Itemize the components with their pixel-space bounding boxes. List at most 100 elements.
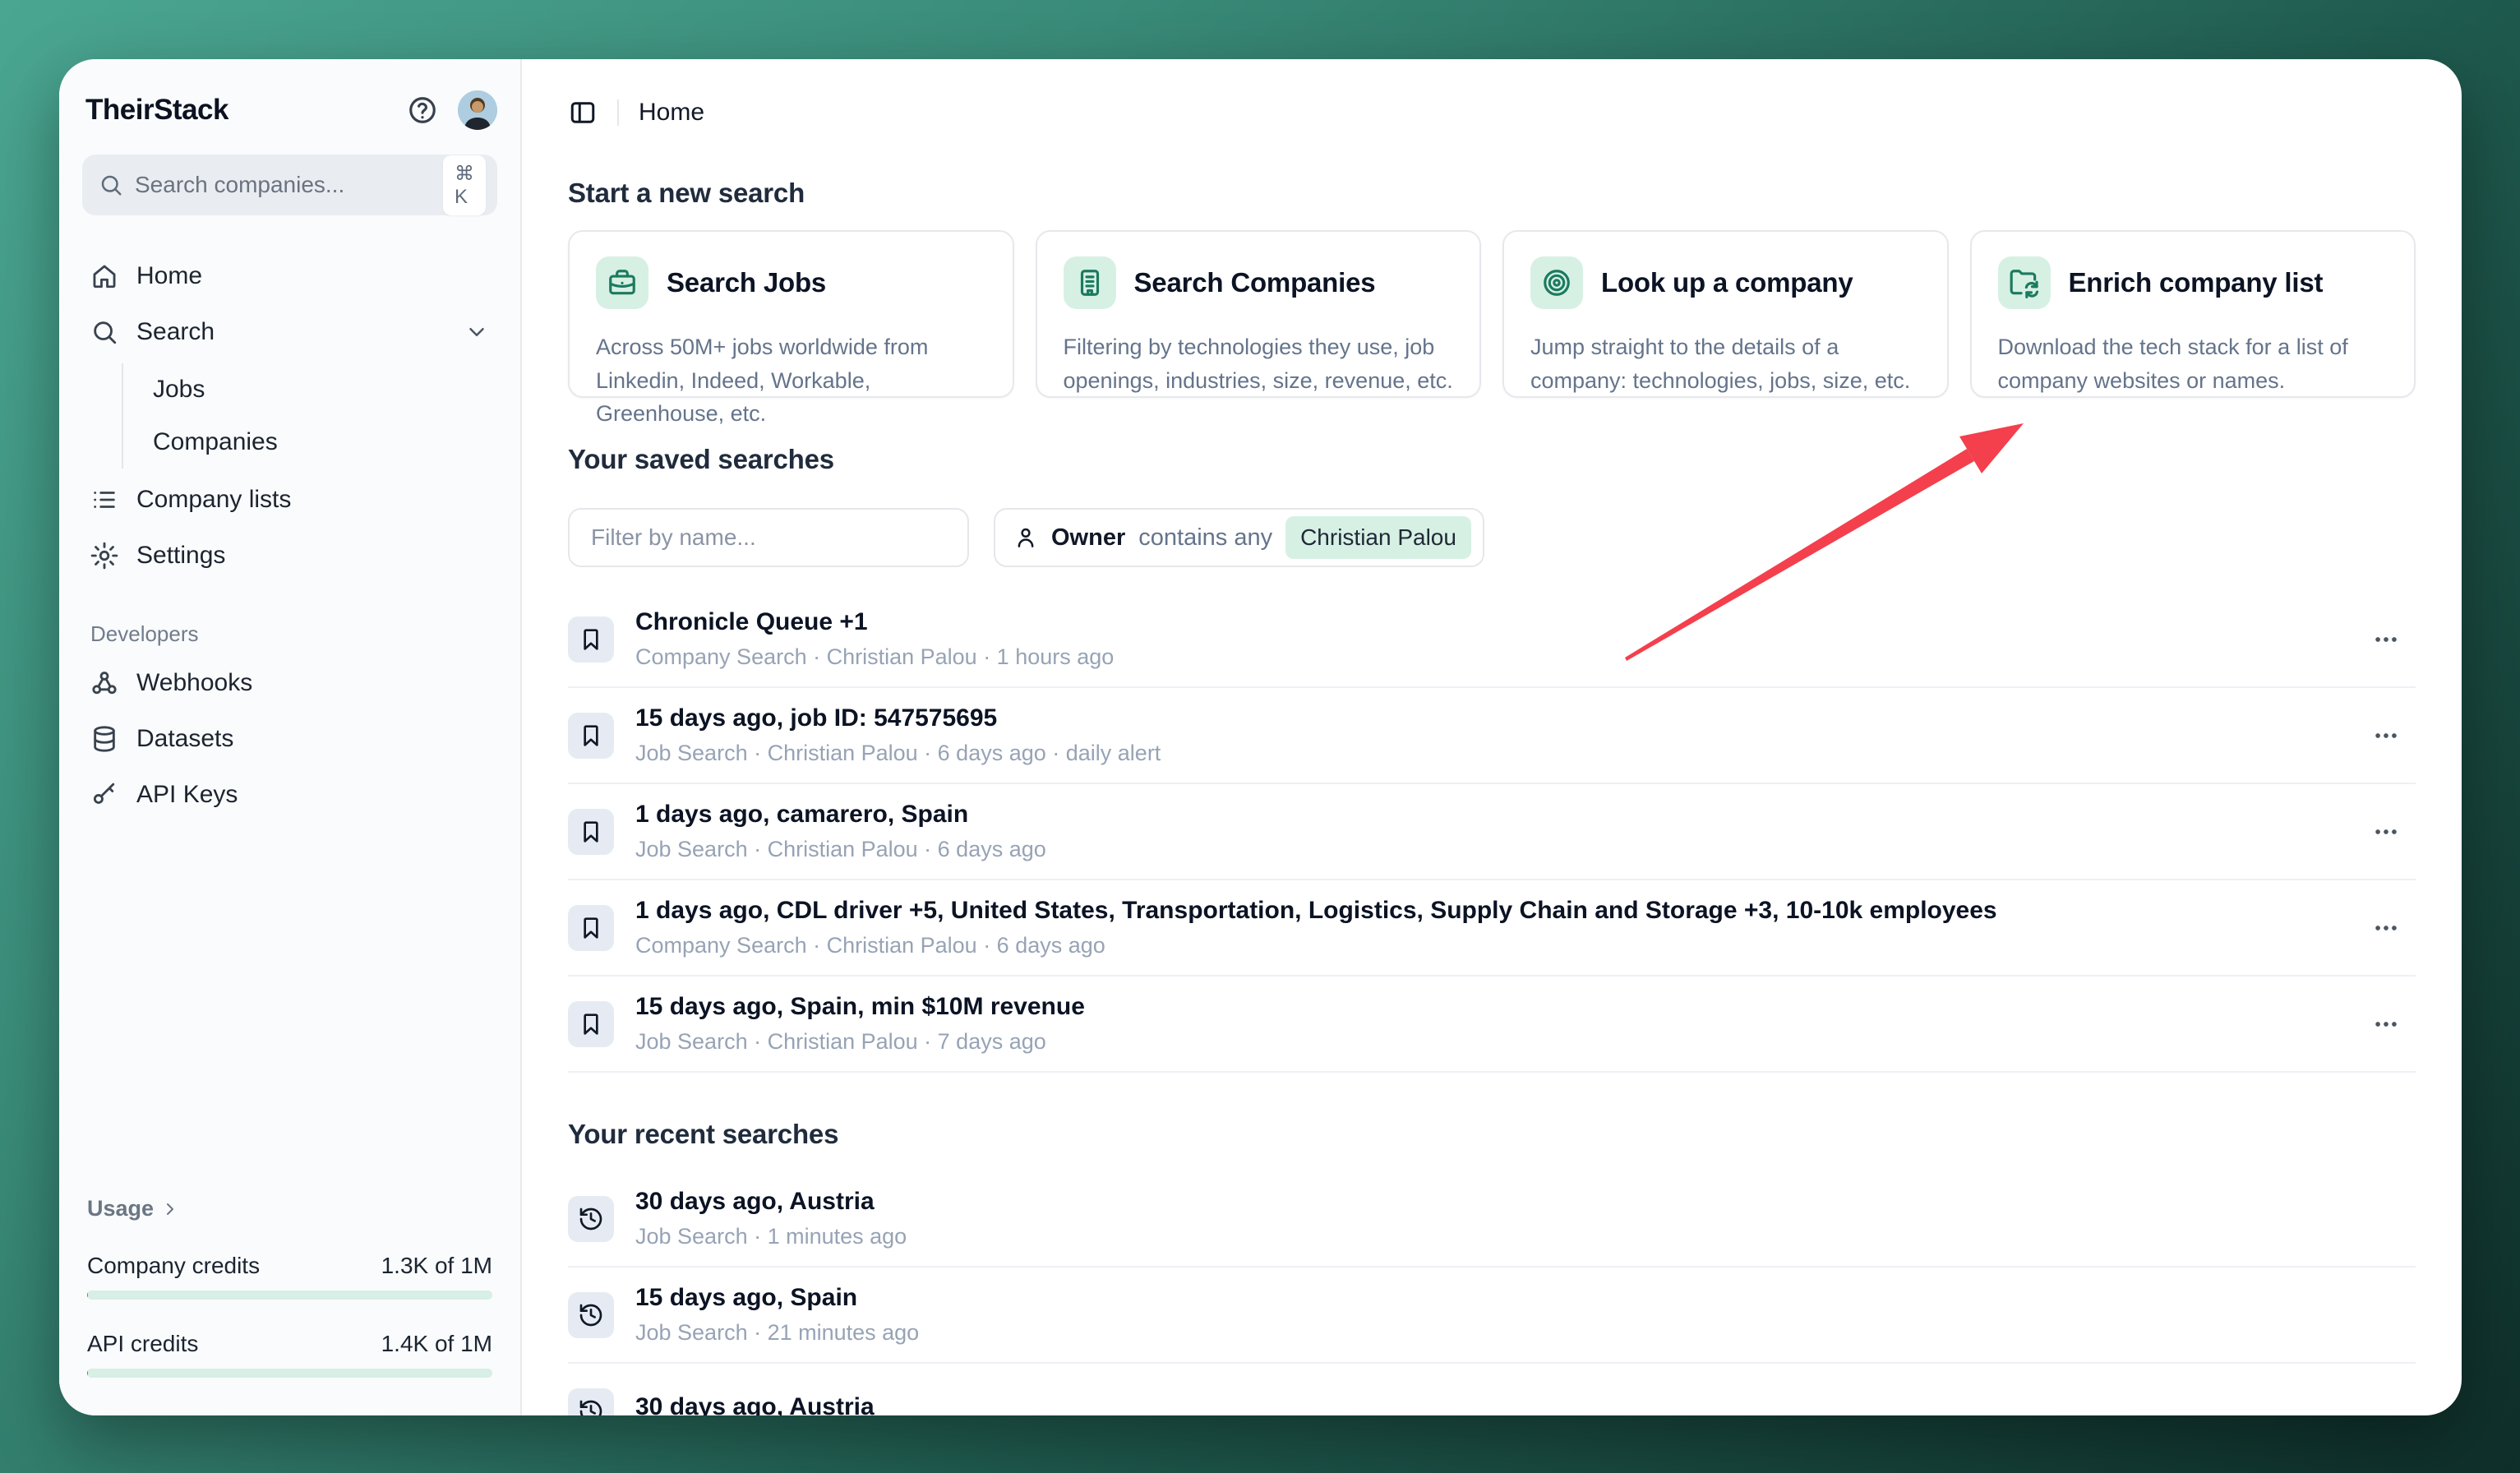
search-icon: [90, 318, 118, 346]
developers-nav: Webhooks Datasets API Keys: [82, 655, 497, 823]
saved-search-row[interactable]: Chronicle Queue +1 Company Search · Chri…: [568, 592, 2416, 688]
saved-section-title: Your saved searches: [568, 444, 2416, 475]
sidebar-item-label: API Keys: [136, 781, 489, 809]
help-icon[interactable]: [407, 95, 438, 126]
keyboard-shortcut-badge: ⌘ K: [443, 155, 486, 215]
ellipsis-menu-icon[interactable]: [2361, 711, 2411, 760]
bookmark-icon: [568, 809, 614, 855]
recent-search-title: 30 days ago, Austria: [635, 1393, 2416, 1416]
sidebar-item-label: Companies: [153, 428, 494, 456]
start-cards: Search Jobs Across 50M+ jobs worldwide f…: [568, 230, 2416, 398]
usage-link[interactable]: Usage: [87, 1196, 492, 1221]
app-window: TheirStack ⌘ K Home Search Jobs: [59, 59, 2462, 1415]
key-icon: [90, 781, 118, 809]
history-icon: [568, 1196, 614, 1242]
sidebar-item-settings[interactable]: Settings: [82, 528, 497, 584]
saved-search-meta: Company Search · Christian Palou · 1 hou…: [635, 644, 2340, 670]
bookmark-icon: [568, 713, 614, 759]
sidebar-item-webhooks[interactable]: Webhooks: [82, 655, 497, 711]
recent-searches-list: 30 days ago, Austria Job Search · 1 minu…: [568, 1171, 2416, 1415]
company-credits-meter: Company credits 1.3K of 1M: [87, 1253, 492, 1300]
lookup-company-card[interactable]: Look up a company Jump straight to the d…: [1502, 230, 1949, 398]
sidebar-item-datasets[interactable]: Datasets: [82, 711, 497, 767]
saved-filters: Owner contains any Christian Palou: [568, 508, 2416, 567]
owner-filter-label: Owner: [1051, 524, 1125, 552]
sidebar-item-search[interactable]: Search: [82, 304, 497, 360]
sidebar-subnav: Jobs Companies: [122, 363, 497, 469]
progress-bar: [87, 1291, 492, 1300]
saved-search-meta: Company Search · Christian Palou · 6 day…: [635, 933, 2340, 958]
card-title: Search Jobs: [667, 267, 826, 298]
topbar: Home: [568, 95, 2416, 130]
search-jobs-card[interactable]: Search Jobs Across 50M+ jobs worldwide f…: [568, 230, 1014, 398]
search-icon: [99, 173, 123, 197]
saved-search-row[interactable]: 15 days ago, Spain, min $10M revenue Job…: [568, 977, 2416, 1073]
card-title: Search Companies: [1134, 267, 1376, 298]
ellipsis-menu-icon[interactable]: [2361, 903, 2411, 953]
bookmark-icon: [568, 616, 614, 663]
building-icon: [1064, 256, 1116, 309]
meter-value: 1.3K of 1M: [381, 1253, 492, 1279]
saved-search-meta: Job Search · Christian Palou · 7 days ag…: [635, 1029, 2340, 1055]
sidebar-item-label: Jobs: [153, 376, 494, 404]
saved-search-row[interactable]: 15 days ago, job ID: 547575695 Job Searc…: [568, 688, 2416, 784]
avatar[interactable]: [458, 90, 497, 130]
search-companies-card[interactable]: Search Companies Filtering by technologi…: [1036, 230, 1482, 398]
meter-value: 1.4K of 1M: [381, 1331, 492, 1357]
recent-section-title: Your recent searches: [568, 1119, 2416, 1150]
sidebar-search[interactable]: ⌘ K: [82, 155, 497, 215]
developers-section-label: Developers: [90, 621, 497, 647]
saved-search-title: 1 days ago, CDL driver +5, United States…: [635, 897, 2340, 925]
recent-search-row[interactable]: 15 days ago, Spain Job Search · 21 minut…: [568, 1268, 2416, 1364]
saved-search-title: 15 days ago, job ID: 547575695: [635, 704, 2340, 732]
saved-search-title: 1 days ago, camarero, Spain: [635, 801, 2340, 829]
saved-search-title: 15 days ago, Spain, min $10M revenue: [635, 993, 2340, 1021]
breadcrumb: Home: [639, 99, 704, 127]
card-description: Download the tech stack for a list of co…: [1998, 330, 2388, 397]
progress-bar: [87, 1369, 492, 1378]
card-title: Enrich company list: [2069, 267, 2324, 298]
saved-search-row[interactable]: 1 days ago, CDL driver +5, United States…: [568, 880, 2416, 977]
filter-by-name-input[interactable]: [568, 508, 969, 567]
saved-search-meta: Job Search · Christian Palou · 6 days ag…: [635, 741, 2340, 766]
chevron-right-icon: [160, 1199, 180, 1219]
saved-search-row[interactable]: 1 days ago, camarero, Spain Job Search ·…: [568, 784, 2416, 880]
owner-filter-value-badge: Christian Palou: [1285, 516, 1471, 559]
divider: [617, 99, 619, 126]
owner-filter[interactable]: Owner contains any Christian Palou: [994, 508, 1484, 567]
saved-searches-list: Chronicle Queue +1 Company Search · Chri…: [568, 592, 2416, 1073]
saved-search-meta: Job Search · Christian Palou · 6 days ag…: [635, 837, 2340, 862]
ellipsis-menu-icon[interactable]: [2361, 1000, 2411, 1049]
recent-search-row[interactable]: 30 days ago, Austria: [568, 1364, 2416, 1415]
card-description: Filtering by technologies they use, job …: [1064, 330, 1454, 397]
sidebar-item-label: Settings: [136, 542, 489, 570]
sidebar-item-home[interactable]: Home: [82, 248, 497, 304]
sidebar-item-companies[interactable]: Companies: [150, 416, 497, 469]
bookmark-icon: [568, 1001, 614, 1047]
sidebar-item-label: Datasets: [136, 725, 489, 753]
search-input[interactable]: [123, 172, 443, 198]
gear-icon: [90, 542, 118, 570]
list-icon: [90, 486, 118, 514]
sidebar-item-api-keys[interactable]: API Keys: [82, 767, 497, 823]
recent-search-row[interactable]: 30 days ago, Austria Job Search · 1 minu…: [568, 1171, 2416, 1268]
target-icon: [1530, 256, 1583, 309]
folder-sync-icon: [1998, 256, 2051, 309]
sidebar-nav: Home Search Jobs Companies Company lists: [82, 248, 497, 584]
recent-search-title: 15 days ago, Spain: [635, 1284, 2416, 1312]
recent-search-meta: Job Search · 21 minutes ago: [635, 1320, 2416, 1346]
usage-label: Usage: [87, 1196, 154, 1221]
ellipsis-menu-icon[interactable]: [2361, 807, 2411, 857]
sidebar-header: TheirStack: [82, 87, 497, 133]
database-icon: [90, 725, 118, 753]
sidebar-item-label: Webhooks: [136, 669, 489, 697]
sidebar-item-jobs[interactable]: Jobs: [150, 363, 497, 416]
sidebar-toggle-icon[interactable]: [568, 98, 598, 127]
main-content: Home Start a new search Search Jobs Acro…: [522, 59, 2462, 1415]
sidebar-item-company-lists[interactable]: Company lists: [82, 472, 497, 528]
card-title: Look up a company: [1601, 267, 1853, 298]
sidebar-item-label: Company lists: [136, 486, 489, 514]
ellipsis-menu-icon[interactable]: [2361, 615, 2411, 664]
enrich-company-list-card[interactable]: Enrich company list Download the tech st…: [1970, 230, 2416, 398]
webhook-icon: [90, 669, 118, 697]
